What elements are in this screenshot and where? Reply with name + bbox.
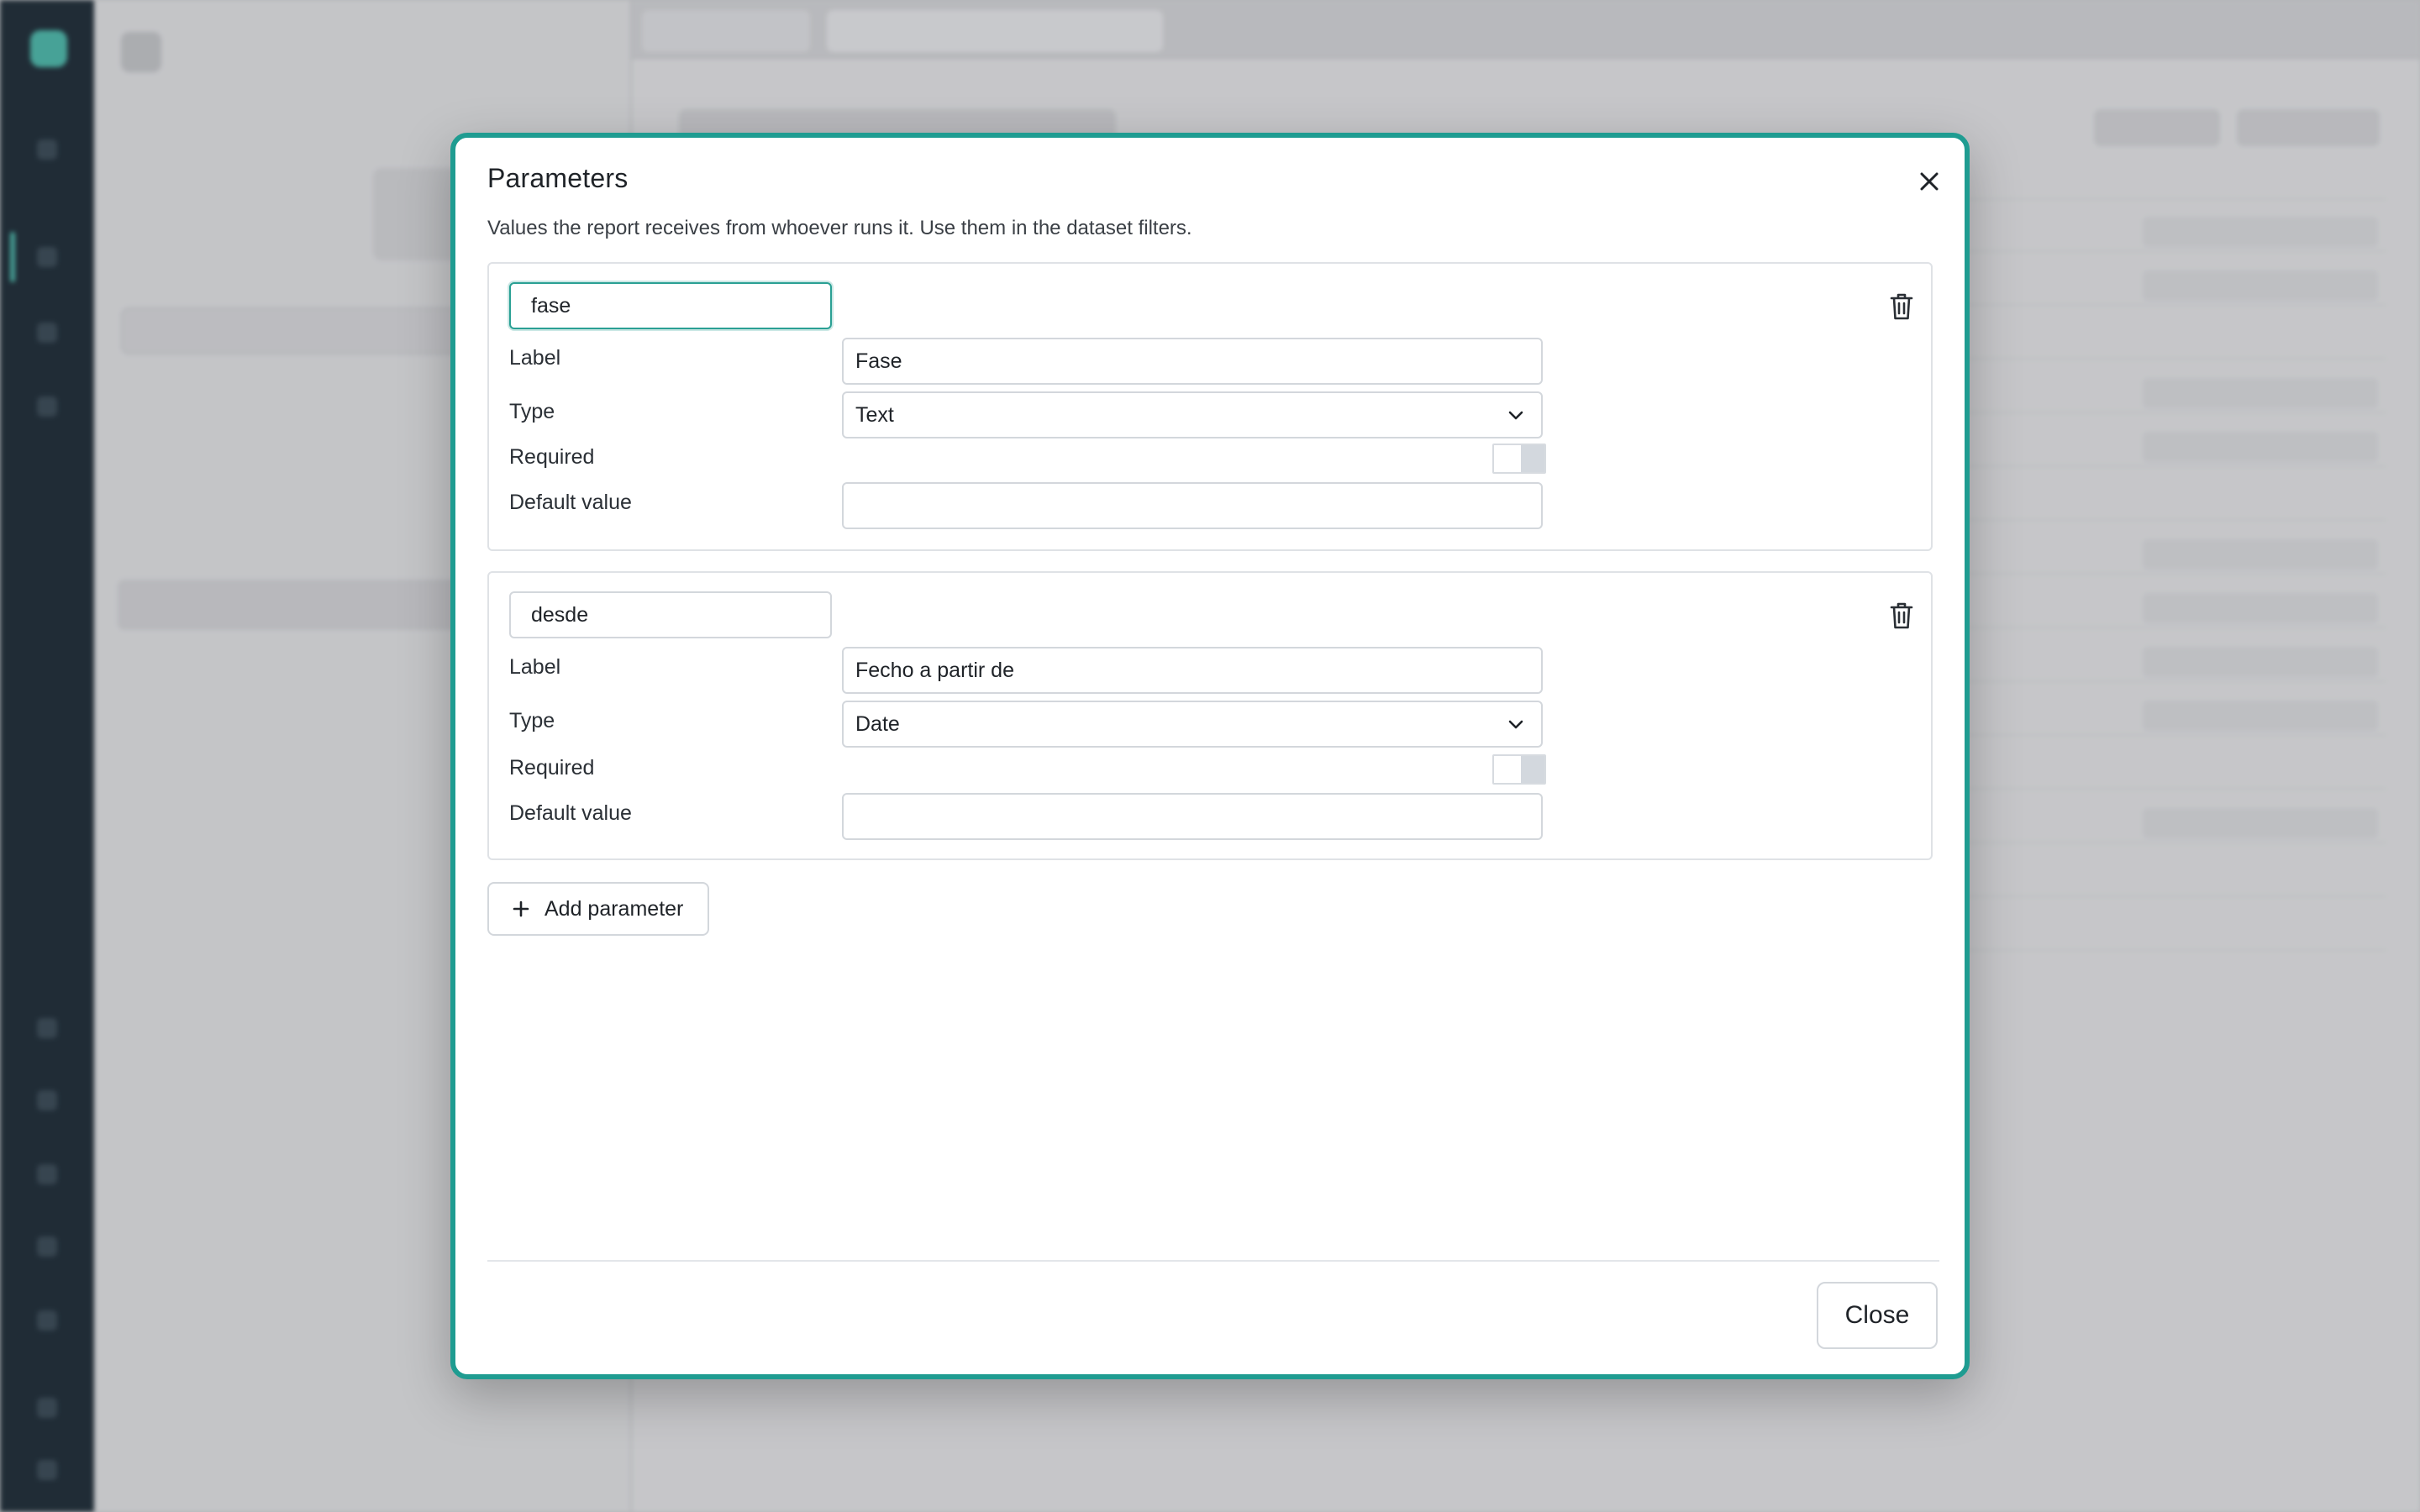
default-value-field-label: Default value	[509, 491, 632, 514]
trash-icon	[1890, 293, 1913, 320]
label-field-label: Label	[509, 655, 561, 679]
default-value-input[interactable]	[842, 482, 1543, 529]
toggle-knob	[1494, 756, 1521, 783]
required-toggle[interactable]	[1492, 754, 1546, 785]
trash-icon	[1890, 602, 1913, 629]
label-field-label: Label	[509, 346, 561, 370]
close-dialog-button[interactable]	[1911, 163, 1948, 200]
close-button[interactable]: Close	[1817, 1282, 1938, 1349]
required-toggle[interactable]	[1492, 444, 1546, 474]
parameter-name-input[interactable]: desde	[509, 591, 832, 638]
add-parameter-button[interactable]: Add parameter	[487, 882, 709, 936]
toggle-track	[1521, 445, 1544, 472]
default-value-field-label: Default value	[509, 801, 632, 825]
required-field-label: Required	[509, 445, 595, 469]
parameter-name-input[interactable]: fase	[509, 282, 832, 329]
type-field-label: Type	[509, 400, 555, 423]
required-field-label: Required	[509, 756, 595, 780]
parameter-type-value: Text	[855, 402, 894, 427]
delete-parameter-button[interactable]	[1889, 601, 1914, 630]
dialog-title: Parameters	[487, 163, 629, 193]
toggle-knob	[1494, 445, 1521, 472]
parameter-type-value: Date	[855, 711, 900, 736]
chevron-down-icon	[1508, 411, 1523, 420]
delete-parameter-button[interactable]	[1889, 292, 1914, 321]
add-parameter-label: Add parameter	[544, 896, 684, 921]
parameter-type-select[interactable]: Date	[842, 701, 1543, 748]
toggle-track	[1521, 756, 1544, 783]
plus-icon	[513, 900, 529, 917]
default-value-input[interactable]	[842, 793, 1543, 840]
parameter-type-select[interactable]: Text	[842, 391, 1543, 438]
dialog-footer-divider	[487, 1260, 1939, 1262]
parameter-card: desde Label Fecho a partir de Type Date …	[487, 571, 1933, 860]
close-icon	[1920, 172, 1939, 191]
dialog-description: Values the report receives from whoever …	[487, 217, 1192, 239]
parameters-dialog: Parameters Values the report receives fr…	[450, 133, 1970, 1379]
chevron-down-icon	[1508, 720, 1523, 729]
parameter-card: fase Label Fase Type Text Required Defau…	[487, 262, 1933, 551]
type-field-label: Type	[509, 709, 555, 732]
parameter-label-input[interactable]: Fase	[842, 338, 1543, 385]
parameter-label-input[interactable]: Fecho a partir de	[842, 647, 1543, 694]
